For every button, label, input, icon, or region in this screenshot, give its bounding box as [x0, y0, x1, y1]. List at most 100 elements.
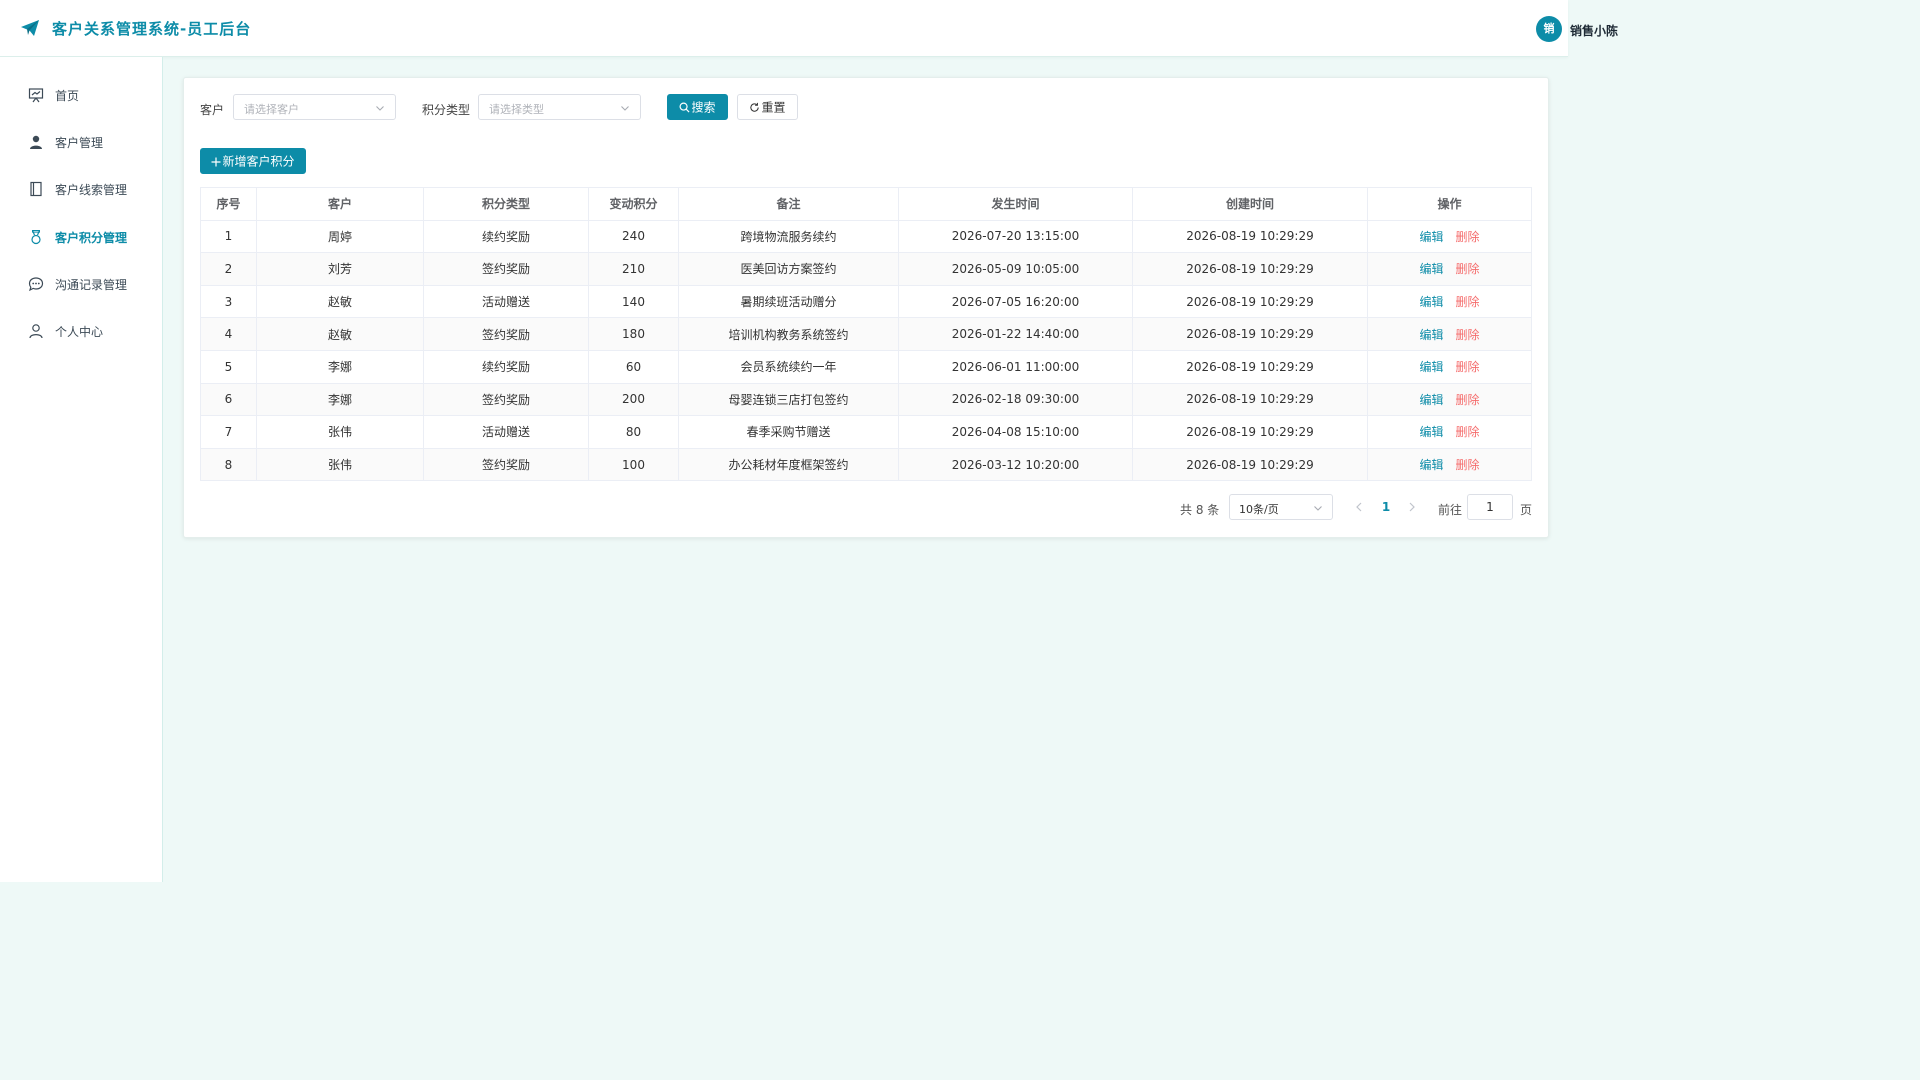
cell-remark: 培训机构教务系统签约 [678, 317, 899, 351]
cell-type: 签约奖励 [423, 447, 589, 482]
cell-created-time: 2026-08-19 10:29:29 [1132, 252, 1368, 286]
sidebar-item-label: 个人中心 [55, 325, 104, 339]
add-points-button[interactable]: 新增客户积分 [200, 148, 306, 174]
avatar[interactable]: 销 [1536, 16, 1562, 42]
cell-remark: 跨境物流服务续约 [678, 219, 899, 254]
cell-created-time: 2026-08-19 10:29:29 [1132, 219, 1368, 254]
type-select[interactable]: 请选择类型 [478, 94, 641, 120]
cell-customer: 张伟 [256, 447, 424, 482]
delete-link[interactable]: 删除 [1456, 328, 1480, 342]
user-name[interactable]: 销售小陈 [1570, 22, 1618, 39]
cell-customer: 刘芳 [256, 252, 424, 286]
delete-link[interactable]: 删除 [1456, 230, 1480, 244]
search-button[interactable]: 搜索 [667, 94, 728, 120]
sidebar-item-customers[interactable]: 客户管理 [0, 122, 162, 162]
cell-actions: 编辑 删除 [1367, 219, 1532, 254]
cell-type: 续约奖励 [423, 219, 589, 254]
table-row: 2 刘芳 签约奖励 210 医美回访方案签约 2026-05-09 10:05:… [200, 252, 1532, 286]
cell-remark: 暑期续班活动赠分 [678, 284, 899, 319]
delete-link[interactable]: 删除 [1456, 262, 1480, 276]
reset-button-label: 重置 [761, 100, 786, 115]
sidebar-item-label: 首页 [55, 89, 80, 103]
column-header: 备注 [678, 187, 899, 221]
edit-link[interactable]: 编辑 [1419, 230, 1443, 244]
cell-customer: 张伟 [256, 415, 424, 449]
edit-link[interactable]: 编辑 [1419, 295, 1443, 309]
app-title: 客户关系管理系统-员工后台 [52, 20, 252, 38]
cell-points: 240 [588, 219, 679, 254]
cell-occurred-time: 2026-01-22 14:40:00 [898, 317, 1133, 351]
edit-link[interactable]: 编辑 [1419, 360, 1443, 374]
plus-icon [211, 157, 221, 166]
cell-type: 签约奖励 [423, 317, 589, 351]
cell-index: 5 [200, 349, 257, 384]
cell-points: 180 [588, 317, 679, 351]
cell-points: 80 [588, 415, 679, 449]
page-size-select[interactable]: 10条/页 [1229, 494, 1333, 520]
edit-link[interactable]: 编辑 [1419, 328, 1443, 342]
sidebar-item-home[interactable]: 首页 [0, 75, 162, 115]
edit-link[interactable]: 编辑 [1419, 262, 1443, 276]
sidebar-item-label: 客户积分管理 [55, 231, 128, 245]
cell-occurred-time: 2026-04-08 15:10:00 [898, 415, 1133, 449]
edit-link[interactable]: 编辑 [1419, 425, 1443, 439]
goto-page-input[interactable]: 1 [1467, 494, 1513, 520]
cell-actions: 编辑 删除 [1367, 382, 1532, 417]
table-row: 8 张伟 签约奖励 100 办公耗材年度框架签约 2026-03-12 10:2… [200, 447, 1532, 482]
search-button-label: 搜索 [691, 100, 716, 115]
sidebar-item-points[interactable]: 客户积分管理 [0, 217, 162, 257]
next-page-icon[interactable] [1405, 499, 1419, 515]
type-filter-label: 积分类型 [422, 103, 471, 117]
cell-points: 60 [588, 349, 679, 384]
sidebar-item-leads[interactable]: 客户线索管理 [0, 169, 162, 209]
cell-remark: 会员系统续约一年 [678, 349, 899, 384]
cell-actions: 编辑 删除 [1367, 317, 1532, 351]
cell-remark: 春季采购节赠送 [678, 415, 899, 449]
prev-page-icon[interactable] [1352, 499, 1366, 515]
delete-link[interactable]: 删除 [1456, 295, 1480, 309]
user-outline-icon [29, 324, 43, 339]
chat-icon [28, 277, 44, 292]
delete-link[interactable]: 删除 [1456, 393, 1480, 407]
cell-points: 200 [588, 382, 679, 417]
edit-link[interactable]: 编辑 [1419, 458, 1443, 472]
cell-remark: 医美回访方案签约 [678, 252, 899, 286]
delete-link[interactable]: 删除 [1456, 360, 1480, 374]
page-number-current[interactable]: 1 [1374, 500, 1398, 514]
table-row: 5 李娜 续约奖励 60 会员系统续约一年 2026-06-01 11:00:0… [200, 349, 1532, 384]
user-icon [30, 135, 42, 149]
cell-index: 6 [200, 382, 257, 417]
top-header: 客户关系管理系统-员工后台 销 销售小陈 [0, 0, 1618, 57]
cell-actions: 编辑 删除 [1367, 447, 1532, 482]
cell-type: 签约奖励 [423, 382, 589, 417]
table-row: 6 李娜 签约奖励 200 母婴连锁三店打包签约 2026-02-18 09:3… [200, 382, 1532, 417]
cell-index: 7 [200, 415, 257, 449]
delete-link[interactable]: 删除 [1456, 425, 1480, 439]
cell-actions: 编辑 删除 [1367, 252, 1532, 286]
customer-select-placeholder: 请选择客户 [244, 103, 299, 116]
sidebar: 首页 客户管理 客户线索管理 客户积分管理 沟通记录管理 个人中心 [0, 57, 163, 882]
cell-index: 4 [200, 317, 257, 351]
cell-remark: 办公耗材年度框架签约 [678, 447, 899, 482]
edit-link[interactable]: 编辑 [1419, 393, 1443, 407]
paper-plane-icon [21, 20, 39, 36]
cell-occurred-time: 2026-07-20 13:15:00 [898, 219, 1133, 254]
sidebar-item-profile[interactable]: 个人中心 [0, 311, 162, 351]
sidebar-item-communication[interactable]: 沟通记录管理 [0, 264, 162, 304]
customer-select[interactable]: 请选择客户 [233, 94, 396, 120]
cell-type: 续约奖励 [423, 349, 589, 384]
cell-customer: 赵敏 [256, 317, 424, 351]
reset-button[interactable]: 重置 [737, 94, 798, 120]
table-row: 1 周婷 续约奖励 240 跨境物流服务续约 2026-07-20 13:15:… [200, 219, 1532, 254]
delete-link[interactable]: 删除 [1456, 458, 1480, 472]
cell-occurred-time: 2026-02-18 09:30:00 [898, 382, 1133, 417]
cell-actions: 编辑 删除 [1367, 284, 1532, 319]
column-header: 积分类型 [423, 187, 589, 221]
search-icon [679, 102, 690, 113]
pagination-total: 共 8 条 [1180, 503, 1220, 517]
cell-created-time: 2026-08-19 10:29:29 [1132, 284, 1368, 319]
column-header: 操作 [1367, 187, 1532, 221]
cell-actions: 编辑 删除 [1367, 349, 1532, 384]
cell-points: 100 [588, 447, 679, 482]
page-unit-label: 页 [1520, 503, 1533, 517]
